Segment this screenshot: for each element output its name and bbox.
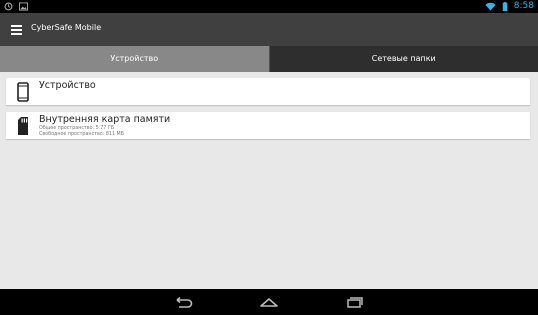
status-right-icons: 8:58 bbox=[485, 1, 534, 12]
back-icon[interactable] bbox=[173, 295, 193, 309]
app-title: CyberSafe Mobile bbox=[31, 23, 102, 32]
list-item-title: Устройство bbox=[39, 80, 96, 91]
tab-bar: Устройство Сетевые папки bbox=[0, 46, 538, 72]
list-item-title: Внутренняя карта памяти bbox=[39, 114, 171, 125]
home-icon[interactable] bbox=[259, 295, 279, 309]
tab-device[interactable]: Устройство bbox=[0, 46, 269, 72]
storage-list: Устройство Внутренняя карта памяти Общее… bbox=[0, 72, 538, 289]
navigation-bar bbox=[0, 289, 538, 315]
sync-icon bbox=[4, 2, 13, 11]
total-space-label: Общее пространство: 5.77 ГБ bbox=[39, 126, 115, 131]
battery-icon bbox=[502, 2, 508, 11]
status-bar: 8:58 bbox=[0, 0, 538, 13]
sd-card-icon bbox=[18, 117, 28, 135]
tab-network-folders[interactable]: Сетевые папки bbox=[270, 46, 538, 72]
recent-apps-icon[interactable] bbox=[345, 295, 365, 309]
image-icon bbox=[19, 2, 28, 11]
status-left-icons bbox=[4, 2, 28, 11]
list-item-internal-memory[interactable]: Внутренняя карта памяти Общее пространст… bbox=[6, 112, 530, 139]
phone-icon bbox=[17, 82, 29, 102]
action-bar: CyberSafe Mobile bbox=[0, 13, 538, 46]
clock: 8:58 bbox=[513, 1, 534, 11]
free-space-label: Свободное пространство: 811 МБ bbox=[39, 132, 124, 137]
list-item-device[interactable]: Устройство bbox=[6, 78, 530, 105]
hamburger-menu-icon[interactable] bbox=[11, 25, 22, 35]
wifi-icon bbox=[485, 2, 496, 11]
